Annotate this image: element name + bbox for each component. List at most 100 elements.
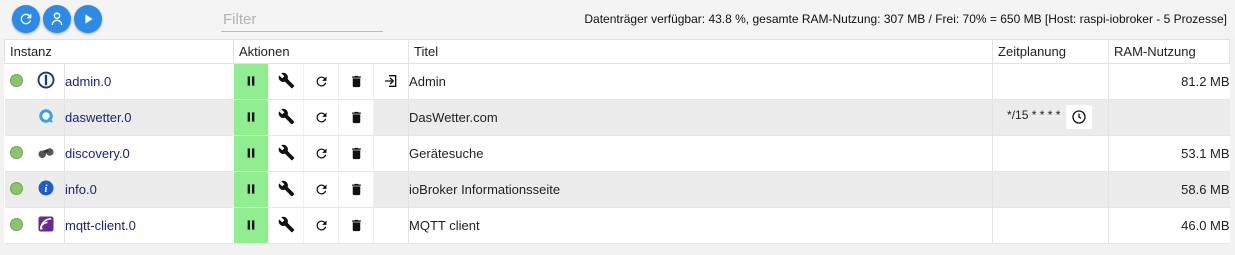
- pause-button[interactable]: [233, 63, 269, 100]
- filter-input[interactable]: [221, 7, 383, 32]
- pause-button[interactable]: [233, 135, 269, 172]
- ram-usage: 46.0 MB: [1108, 207, 1230, 244]
- status-indicator: [10, 73, 23, 87]
- trash-icon: [346, 143, 366, 163]
- restart-icon: [311, 179, 331, 199]
- schedule-cell: [992, 207, 1109, 244]
- pause-button[interactable]: [233, 207, 269, 244]
- pause-icon: [241, 215, 261, 235]
- instance-icon-cell: [28, 207, 65, 244]
- restart-icon: [311, 215, 331, 235]
- instances-table: Instanz Aktionen Titel Zeitplanung RAM-N…: [3, 39, 1231, 244]
- ram-usage: 53.1 MB: [1108, 135, 1230, 172]
- action-empty: [373, 207, 409, 244]
- pause-button[interactable]: [233, 171, 269, 208]
- status-cell: [4, 99, 29, 136]
- ram-usage: [1108, 99, 1230, 136]
- instance-icon-cell: i: [28, 171, 65, 208]
- instance-name[interactable]: discovery.0: [63, 135, 234, 172]
- col-schedule[interactable]: Zeitplanung: [992, 39, 1110, 64]
- restart-icon: [311, 71, 331, 91]
- clock-icon: [1071, 109, 1087, 125]
- play-icon: [85, 14, 93, 24]
- status-cell: [4, 207, 29, 244]
- status-indicator: [10, 181, 23, 195]
- schedule-cell: */15 * * * *: [992, 99, 1109, 136]
- instance-icon-cell: [28, 99, 65, 136]
- action-empty: [373, 99, 409, 136]
- reload-button[interactable]: [12, 5, 40, 33]
- col-instance[interactable]: Instanz: [3, 39, 235, 64]
- config-button[interactable]: [268, 63, 304, 100]
- instance-name[interactable]: mqtt-client.0: [63, 207, 234, 244]
- instance-row: mqtt-client.0 MQTT client 46.0 MB: [4, 207, 1230, 244]
- delete-button[interactable]: [338, 171, 374, 208]
- restart-button[interactable]: [303, 135, 339, 172]
- svg-text:i: i: [45, 184, 48, 195]
- action-empty: [373, 171, 409, 208]
- delete-button[interactable]: [338, 99, 374, 136]
- status-cell: [4, 63, 29, 100]
- instance-title[interactable]: MQTT client: [408, 207, 993, 244]
- status-cell: [4, 135, 29, 172]
- col-title[interactable]: Titel: [408, 39, 994, 64]
- instance-title[interactable]: ioBroker Informationsseite: [408, 171, 993, 208]
- trash-icon: [346, 107, 366, 127]
- delete-button[interactable]: [338, 63, 374, 100]
- trash-icon: [346, 71, 366, 91]
- instance-name[interactable]: admin.0: [63, 63, 234, 100]
- restart-button[interactable]: [303, 171, 339, 208]
- ram-usage: 81.2 MB: [1108, 63, 1230, 100]
- col-ram[interactable]: RAM-Nutzung: [1108, 39, 1231, 64]
- restart-button[interactable]: [303, 99, 339, 136]
- delete-button[interactable]: [338, 135, 374, 172]
- config-button[interactable]: [268, 135, 304, 172]
- config-button[interactable]: [268, 99, 304, 136]
- status-indicator: [10, 217, 23, 231]
- pause-icon: [241, 107, 261, 127]
- instance-name[interactable]: daswetter.0: [63, 99, 234, 136]
- pause-icon: [241, 71, 261, 91]
- expert-mode-button[interactable]: [43, 5, 71, 33]
- restart-button[interactable]: [303, 207, 339, 244]
- pause-icon: [241, 179, 261, 199]
- schedule-button[interactable]: [1066, 105, 1093, 129]
- pause-icon: [241, 143, 261, 163]
- refresh-icon: [20, 13, 32, 25]
- trash-icon: [346, 179, 366, 199]
- instance-icon-cell: [28, 63, 65, 100]
- schedule-cell: [992, 63, 1109, 100]
- instance-name[interactable]: info.0: [63, 171, 234, 208]
- open-web-button[interactable]: [373, 63, 409, 100]
- ram-usage: 58.6 MB: [1108, 171, 1230, 208]
- table-header: Instanz Aktionen Titel Zeitplanung RAM-N…: [3, 39, 1231, 64]
- instance-icon-cell: [28, 135, 65, 172]
- wrench-icon: [276, 179, 296, 199]
- config-button[interactable]: [268, 207, 304, 244]
- status-indicator: [10, 145, 23, 159]
- wrench-icon: [276, 71, 296, 91]
- schedule-cell: [992, 135, 1109, 172]
- daswetter-logo-icon: [37, 107, 55, 125]
- instance-title[interactable]: Admin: [408, 63, 993, 100]
- admin-logo-icon: [37, 71, 55, 89]
- status-cell: [4, 171, 29, 208]
- instance-row: admin.0 Admin 81.2 MB: [4, 63, 1230, 100]
- schedule-cell: [992, 171, 1109, 208]
- delete-button[interactable]: [338, 207, 374, 244]
- restart-icon: [311, 107, 331, 127]
- wrench-icon: [276, 107, 296, 127]
- instance-row: i info.0 ioBroker Informationsseite 58.6 MB: [4, 171, 1230, 208]
- instance-title[interactable]: Gerätesuche: [408, 135, 993, 172]
- pause-button[interactable]: [233, 99, 269, 136]
- system-info: Datenträger verfügbar: 43.8 %, gesamte R…: [584, 12, 1227, 26]
- instance-row: daswetter.0 DasWetter.com */15 * * * *: [4, 99, 1230, 136]
- instance-title[interactable]: DasWetter.com: [408, 99, 993, 136]
- config-button[interactable]: [268, 171, 304, 208]
- restart-button[interactable]: [303, 63, 339, 100]
- wrench-icon: [276, 215, 296, 235]
- binoculars-icon: [37, 143, 55, 161]
- trash-icon: [346, 215, 366, 235]
- restart-icon: [311, 143, 331, 163]
- start-button[interactable]: [74, 5, 102, 33]
